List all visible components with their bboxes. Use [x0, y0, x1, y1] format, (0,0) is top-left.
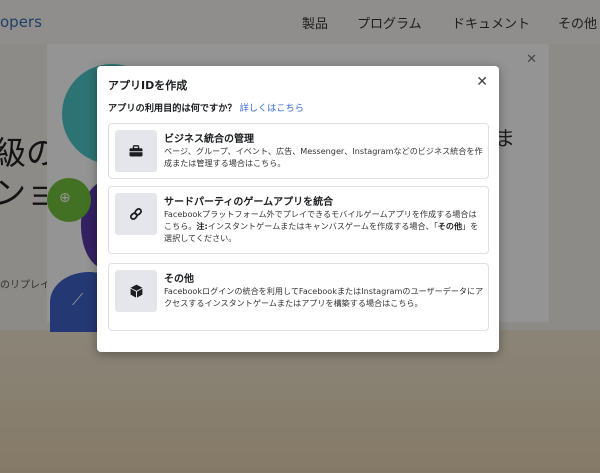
option-title: サードパーティのゲームアプリを統合 — [164, 197, 334, 208]
briefcase-icon — [115, 130, 157, 172]
create-app-dialog: アプリIDを作成 ✕ アプリの利用目的は何ですか？ 詳しくはこちら ビジネス統合の… — [97, 66, 499, 352]
option-description: Facebookログインの統合を利用してFacebookまたはInstagram… — [164, 286, 484, 309]
option-business-integration[interactable]: ビジネス統合の管理 ページ、グループ、イベント、広告、Messenger、Ins… — [108, 123, 489, 179]
option-title: その他 — [164, 274, 194, 285]
close-icon[interactable]: ✕ — [476, 74, 488, 90]
purpose-question: アプリの利用目的は何ですか？ 詳しくはこちら — [108, 100, 304, 114]
cube-icon — [115, 270, 157, 312]
option-description: Facebookプラットフォーム外でプレイできるモバイルゲームアプリを作成する場… — [164, 208, 484, 245]
option-title: ビジネス統合の管理 — [164, 134, 254, 145]
learn-more-link[interactable]: 詳しくはこちら — [240, 103, 304, 114]
emphasis-other: その他 — [437, 221, 463, 232]
dialog-title: アプリIDを作成 — [108, 79, 188, 92]
option-other[interactable]: その他 Facebookログインの統合を利用してFacebookまたはInsta… — [108, 263, 489, 331]
purpose-question-text: アプリの利用目的は何ですか？ — [108, 103, 237, 114]
description-part2: インスタントゲームまたはキャンバスゲームを作成する場合、「 — [207, 221, 438, 232]
option-description: ページ、グループ、イベント、広告、Messenger、Instagramなどのビ… — [164, 146, 483, 169]
option-third-party-game[interactable]: サードパーティのゲームアプリを統合 Facebookプラットフォーム外でプレイで… — [108, 186, 489, 254]
note-label: 注: — [196, 221, 208, 232]
link-icon — [115, 193, 157, 235]
